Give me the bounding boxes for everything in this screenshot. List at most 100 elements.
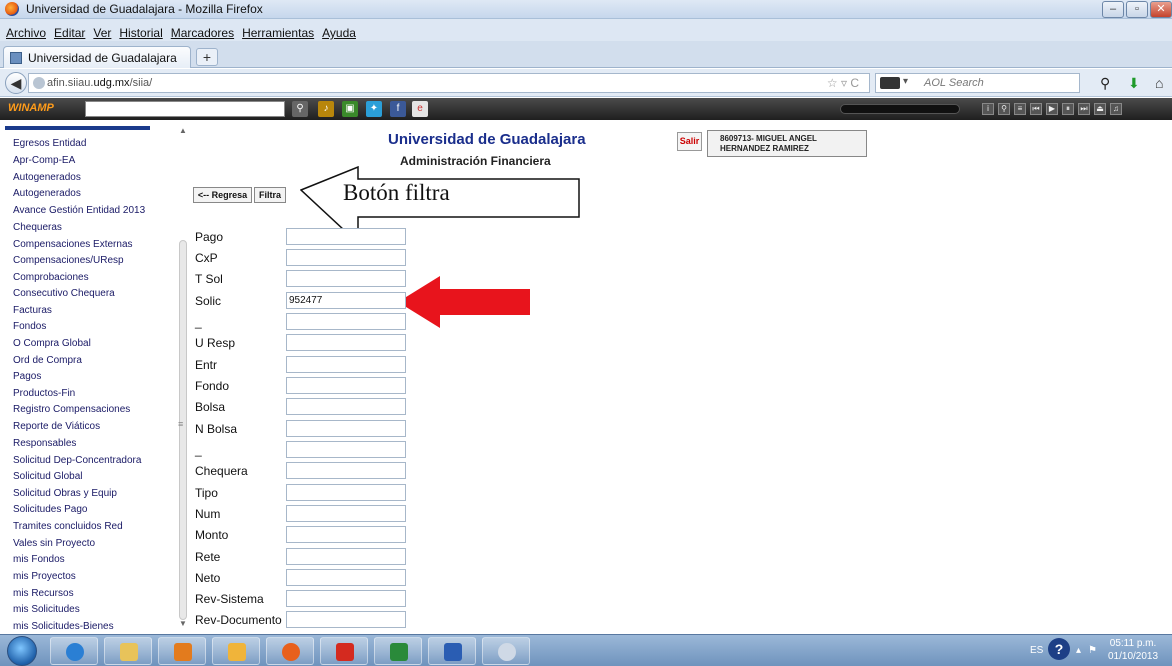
minimize-button[interactable]: – [1102, 1, 1124, 18]
sidebar-item[interactable]: Comprobaciones [13, 272, 89, 283]
sidebar-item[interactable]: Fondos [13, 321, 46, 332]
winamp-search-icon[interactable]: ⚲ [292, 101, 308, 117]
system-clock[interactable]: 05:11 p.m. 01/10/2013 [1108, 637, 1158, 663]
language-indicator[interactable]: ES [1030, 645, 1043, 656]
menu-ayuda[interactable]: Ayuda [322, 26, 356, 40]
field-input[interactable] [286, 526, 406, 543]
taskbar-mail[interactable] [212, 637, 260, 665]
facebook-icon[interactable]: f [390, 101, 406, 117]
menu-ver[interactable]: Ver [93, 26, 111, 40]
sidebar-item[interactable]: Facturas [13, 305, 52, 316]
winamp-seek-track[interactable] [840, 104, 960, 114]
winamp-next-icon[interactable]: ⏭ [1078, 103, 1090, 115]
winamp-volume-icon[interactable]: ♫ [1110, 103, 1122, 115]
download-icon[interactable]: ⬇ [1128, 75, 1140, 92]
sidebar-item[interactable]: Apr-Comp-EA [13, 155, 75, 166]
sidebar-item[interactable]: Productos-Fin [13, 388, 75, 399]
winamp-search-input[interactable] [85, 101, 285, 117]
search-engine-dropdown-icon[interactable]: ▾ [903, 76, 908, 87]
field-input[interactable] [286, 228, 406, 245]
taskbar-acrobat[interactable] [320, 637, 368, 665]
sidebar-scrollbar[interactable]: ▲ ≡ ▼ [176, 122, 190, 632]
sidebar-item[interactable]: Pagos [13, 371, 41, 382]
search-input[interactable]: ▾ AOL Search [875, 73, 1080, 93]
field-input[interactable] [286, 548, 406, 565]
back-button[interactable]: ◀ [5, 72, 27, 94]
scroll-grip-icon[interactable]: ≡ [178, 419, 183, 429]
taskbar-explorer[interactable] [104, 637, 152, 665]
menu-historial[interactable]: Historial [119, 26, 162, 40]
sidebar-item[interactable]: mis Proyectos [13, 571, 76, 582]
field-input[interactable] [286, 270, 406, 287]
winamp-pause-icon[interactable]: ⏸ [1062, 103, 1074, 115]
taskbar-word[interactable] [428, 637, 476, 665]
sidebar-item[interactable]: Consecutivo Chequera [13, 288, 115, 299]
filter-button[interactable]: Filtra [254, 187, 286, 203]
field-input[interactable] [286, 249, 406, 266]
menu-herramientas[interactable]: Herramientas [242, 26, 314, 40]
sidebar-item[interactable]: mis Fondos [13, 554, 65, 565]
menu-archivo[interactable]: Archivo [6, 26, 46, 40]
scroll-up-arrow-icon[interactable]: ▲ [179, 126, 187, 135]
winamp-player-icon[interactable]: ♪ [318, 101, 334, 117]
sidebar-item[interactable]: Solicitud Obras y Equip [13, 488, 117, 499]
sidebar-item[interactable]: mis Solicitudes-Bienes [13, 621, 114, 632]
field-input[interactable] [286, 356, 406, 373]
winamp-prev-icon[interactable]: ⏮ [1030, 103, 1042, 115]
url-bar[interactable]: afin.siiau.udg.mx/siia/ ☆ ▿ C [28, 73, 870, 93]
field-input[interactable] [286, 334, 406, 351]
winamp-eject-icon[interactable]: ⏏ [1094, 103, 1106, 115]
sidebar-item[interactable]: Vales sin Proyecto [13, 538, 95, 549]
sidebar-item[interactable]: Registro Compensaciones [13, 404, 130, 415]
tray-expand-icon[interactable]: ▴ [1076, 645, 1081, 656]
sidebar-item[interactable]: Autogenerados [13, 172, 81, 183]
ebay-icon[interactable]: e [412, 101, 428, 117]
field-input[interactable] [286, 462, 406, 479]
field-input[interactable] [286, 420, 406, 437]
winamp-search-small-icon[interactable]: ⚲ [998, 103, 1010, 115]
maximize-button[interactable]: ▫ [1126, 1, 1148, 18]
sidebar-item[interactable]: Tramites concluidos Red [13, 521, 123, 532]
sidebar-item[interactable]: Solicitudes Pago [13, 504, 88, 515]
android-icon[interactable]: ▣ [342, 101, 358, 117]
sidebar-item[interactable]: Egresos Entidad [13, 138, 86, 149]
scroll-down-arrow-icon[interactable]: ▼ [179, 619, 187, 628]
field-input[interactable] [286, 398, 406, 415]
field-input[interactable] [286, 590, 406, 607]
sidebar-item[interactable]: Compensaciones Externas [13, 239, 133, 250]
field-input[interactable] [286, 505, 406, 522]
sidebar-item[interactable]: Solicitud Global [13, 471, 82, 482]
help-icon[interactable]: ? [1048, 638, 1070, 660]
taskbar-excel[interactable] [374, 637, 422, 665]
taskbar-ie[interactable] [50, 637, 98, 665]
logout-button[interactable]: Salir [677, 132, 702, 151]
twitter-icon[interactable]: ✦ [366, 101, 382, 117]
menu-marcadores[interactable]: Marcadores [171, 26, 234, 40]
sidebar-item[interactable]: Responsables [13, 438, 76, 449]
sidebar-item[interactable]: Avance Gestión Entidad 2013 [13, 205, 145, 216]
sidebar-item[interactable]: Compensaciones/UResp [13, 255, 124, 266]
winamp-menu-icon[interactable]: ≡ [1014, 103, 1026, 115]
taskbar-firefox[interactable] [266, 637, 314, 665]
start-button[interactable] [7, 636, 37, 666]
field-input[interactable]: 952477 [286, 292, 406, 309]
sidebar-item[interactable]: O Compra Global [13, 338, 91, 349]
taskbar-paint[interactable] [482, 637, 530, 665]
tab-universidad[interactable]: Universidad de Guadalajara [3, 46, 191, 68]
field-input[interactable] [286, 313, 406, 330]
winamp-info-icon[interactable]: i [982, 103, 994, 115]
field-input[interactable] [286, 441, 406, 458]
winamp-play-icon[interactable]: ▶ [1046, 103, 1058, 115]
sidebar-item[interactable]: Chequeras [13, 222, 62, 233]
back-regresa-button[interactable]: <-- Regresa [193, 187, 252, 203]
close-button[interactable]: ✕ [1150, 1, 1172, 18]
search-go-icon[interactable]: ⚲ [1100, 75, 1110, 92]
scrollbar-thumb[interactable] [179, 240, 187, 620]
sidebar-item[interactable]: Autogenerados [13, 188, 81, 199]
sidebar-item[interactable]: Ord de Compra [13, 355, 82, 366]
sidebar-item[interactable]: mis Solicitudes [13, 604, 80, 615]
field-input[interactable] [286, 484, 406, 501]
menu-editar[interactable]: Editar [54, 26, 85, 40]
sidebar-item[interactable]: Solicitud Dep-Concentradora [13, 455, 141, 466]
taskbar-outlook[interactable] [158, 637, 206, 665]
